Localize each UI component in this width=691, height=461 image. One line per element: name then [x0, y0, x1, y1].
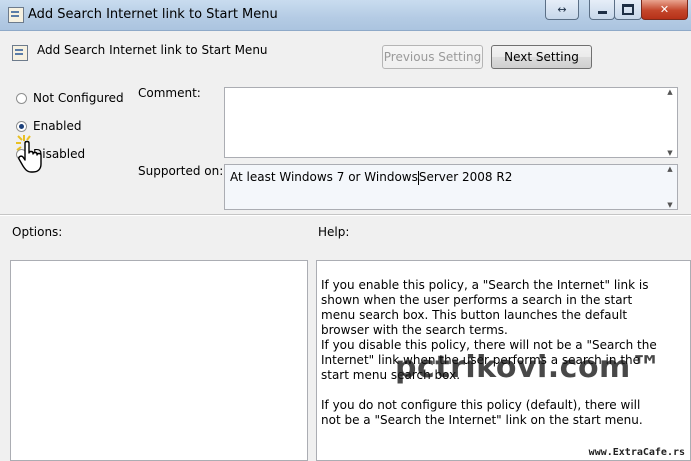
- comment-scrollbar[interactable]: ▲ ▼: [663, 88, 677, 157]
- scroll-down-icon[interactable]: ▼: [667, 149, 672, 157]
- help-paragraph: If you enable this policy, a "Search the…: [321, 278, 649, 337]
- policy-setting-icon: [12, 45, 28, 61]
- maximize-button[interactable]: [614, 0, 642, 20]
- supported-on-value-end: Server 2008 R2: [418, 170, 513, 184]
- title-bar: Add Search Internet link to Start Menu ↔…: [0, 0, 691, 31]
- resize-arrows-icon: ↔: [557, 3, 567, 16]
- options-label: Options:: [12, 225, 63, 239]
- next-setting-button[interactable]: Next Setting: [491, 45, 592, 69]
- policy-title: Add Search Internet link to Start Menu: [37, 43, 268, 57]
- comment-field[interactable]: ▲ ▼: [224, 87, 678, 158]
- policy-document-icon: [8, 7, 24, 23]
- scroll-down-icon[interactable]: ▼: [667, 201, 672, 209]
- resize-button[interactable]: ↔: [545, 0, 579, 20]
- radio-label: Not Configured: [33, 91, 124, 105]
- supported-on-field[interactable]: At least Windows 7 or WindowsServer 2008…: [224, 164, 678, 210]
- minimize-button[interactable]: [589, 0, 615, 20]
- radio-enabled[interactable]: Enabled: [16, 119, 82, 133]
- previous-setting-button[interactable]: Previous Setting: [382, 45, 483, 69]
- supported-on-label: Supported on:: [138, 164, 224, 178]
- watermark-text: pctrikovi.com™: [395, 350, 662, 385]
- close-button[interactable]: ✕: [641, 0, 688, 20]
- help-label: Help:: [318, 225, 350, 239]
- radio-circle-checked[interactable]: [16, 120, 27, 132]
- close-icon: ✕: [659, 3, 670, 16]
- radio-not-configured[interactable]: Not Configured: [16, 91, 124, 105]
- window-title: Add Search Internet link to Start Menu: [28, 7, 278, 22]
- supported-on-value-start: At least Windows 7 or Windows: [230, 170, 418, 184]
- corner-watermark: www.ExtraCafe.rs: [588, 447, 685, 458]
- section-separator: [0, 214, 691, 216]
- hand-pointer-icon: [16, 135, 42, 173]
- supported-on-value: At least Windows 7 or WindowsServer 2008…: [230, 170, 512, 185]
- scroll-up-icon[interactable]: ▲: [667, 165, 672, 173]
- comment-label: Comment:: [138, 86, 201, 100]
- radio-circle[interactable]: [16, 92, 27, 104]
- minimize-icon: [597, 11, 607, 14]
- help-paragraph: If you do not configure this policy (def…: [321, 398, 643, 427]
- radio-label: Enabled: [33, 119, 82, 133]
- maximize-icon: [622, 4, 634, 15]
- supported-scrollbar[interactable]: ▲ ▼: [663, 165, 677, 209]
- options-panel[interactable]: [10, 260, 308, 461]
- scroll-up-icon[interactable]: ▲: [667, 88, 672, 96]
